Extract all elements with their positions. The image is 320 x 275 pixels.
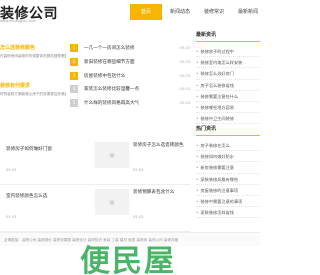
featured-item[interactable]: 怎么选装修颜色 在装修房间装修的时候整体的颜色搭配需要了解 [0, 44, 66, 60]
nav-tips[interactable]: 装修常识 [198, 4, 230, 20]
sidebar-hot: 热门资讯 房子装修在怎么 装修如何做好防水 新房装修需要注意 家装装修风格有哪些… [196, 125, 260, 219]
article-card[interactable]: ▣ 装修房子怎么选瓷砖颜色 05-03 [95, 138, 190, 185]
card-title[interactable]: 室内装修颜色怎么选 [6, 193, 92, 200]
sidebar-link[interactable]: 房子装修在怎么 [196, 140, 260, 152]
news-rank: 2 [70, 57, 78, 66]
news-title[interactable]: 一几一个一房间怎么装修 [84, 45, 170, 51]
news-title[interactable]: 房屋装修中包括什么 [84, 73, 170, 79]
card-thumbnail[interactable]: ▣ [95, 189, 129, 215]
sidebar-list: 房子装修在怎么 装修如何做好防水 新房装修需要注意 家装装修风格有哪些 房屋装修… [196, 140, 260, 219]
sidebar-link[interactable]: 装修哪些地方容易 [196, 102, 260, 114]
article-card[interactable]: 室内装修颜色怎么选 05-03 [0, 185, 95, 232]
news-rank: 4 [70, 85, 78, 94]
nav-news[interactable]: 新闻动态 [164, 4, 196, 20]
news-rank: 1 [70, 44, 78, 52]
news-title[interactable]: 家装怎么装修比较温馨一点 [84, 86, 170, 92]
card-date: 05-03 [6, 168, 17, 172]
featured-text: 好的装修方案能够让房子的效果更加完美装修 [0, 92, 66, 96]
sidebar-link[interactable]: 新房装修需要注意 [196, 162, 260, 174]
featured-title[interactable]: 装修有何要求 [0, 82, 66, 89]
site-header: 装修公司 www.zhuangxiu.com 首页 新闻动态 装修常识 最新新闻 [0, 0, 260, 28]
card-thumbnail[interactable]: ▣ [95, 142, 129, 168]
main-nav: 首页 新闻动态 装修常识 最新新闻 [130, 4, 266, 20]
image-placeholder-icon: ▣ [109, 198, 115, 206]
sidebar-link[interactable]: 装修室内电怎么样安装 [196, 57, 260, 69]
news-title[interactable]: 新旧装修在哪些细节方面 [84, 59, 170, 65]
news-row[interactable]: 3 房屋装修中包括什么 05-03 [66, 70, 190, 82]
sidebar-link[interactable]: 家装装修怎样省钱 [196, 207, 260, 219]
sidebar-link[interactable]: 家装装修风格有哪些 [196, 174, 260, 185]
featured-title[interactable]: 怎么选装修颜色 [0, 44, 66, 51]
featured-item[interactable]: 装修有何要求 好的装修方案能够让房子的效果更加完美装修 [0, 82, 66, 98]
watermark-logo: 便民屋 [80, 244, 176, 275]
news-row[interactable]: 2 新旧装修在哪些细节方面 05-03 [66, 56, 190, 68]
sidebar-link[interactable]: 装修怎么选好房门 [196, 68, 260, 80]
news-date: 05-03 [179, 101, 190, 106]
card-title[interactable]: 装修房子怎么选瓷砖颜色 [133, 142, 189, 149]
news-date: 05-03 [179, 73, 190, 78]
news-row[interactable]: 4 家装怎么装修比较温馨一点 05-03 [66, 83, 190, 95]
news-list: 1 一几一个一房间怎么装修 05-03 2 新旧装修在哪些细节方面 05-03 … [66, 42, 190, 111]
card-date: 05-03 [133, 168, 144, 172]
sidebar-link[interactable]: 装修房子的过程中 [196, 46, 260, 58]
nav-latest[interactable]: 最新新闻 [232, 4, 264, 20]
card-title[interactable]: 装修房子如何做好门窗 [6, 146, 92, 153]
site-url: www.zhuangxiu.com [0, 19, 37, 23]
news-rank: 5 [70, 99, 78, 108]
sidebar-heading: 最新资讯 [196, 31, 260, 42]
news-date: 05-03 [179, 59, 190, 64]
sidebar-link[interactable]: 装修中卫生间装修 [196, 113, 260, 125]
featured-text: 在装修房间装修的时候整体的颜色搭配需要了解 [0, 54, 66, 58]
sidebar-link[interactable]: 房子怎么装修省钱 [196, 80, 260, 91]
sidebar-link[interactable]: 装修中需要注意的事项 [196, 196, 260, 208]
news-row[interactable]: 5 什么样的装修风格再高大气 05-03 [66, 97, 190, 109]
nav-home[interactable]: 首页 [130, 4, 162, 20]
sidebar-latest: 最新资讯 装修房子的过程中 装修室内电怎么样安装 装修怎么选好房门 房子怎么装修… [196, 31, 260, 125]
news-date: 05-03 [179, 87, 190, 92]
news-date: 05-03 [179, 46, 190, 50]
card-title[interactable]: 装修预算表包含什么 [133, 189, 189, 196]
image-placeholder-icon: ▣ [109, 151, 115, 159]
card-date: 05-03 [133, 215, 144, 219]
news-title[interactable]: 什么样的装修风格再高大气 [84, 100, 170, 106]
sidebar-link[interactable]: 装修如何做好防水 [196, 151, 260, 163]
sidebar-link[interactable]: 房屋装修的注意事项 [196, 185, 260, 196]
news-row[interactable]: 1 一几一个一房间怎么装修 05-03 [66, 42, 190, 54]
card-date: 05-03 [6, 215, 17, 219]
article-card[interactable]: 装修房子如何做好门窗 05-03 [0, 138, 95, 185]
sidebar-heading: 热门资讯 [196, 125, 260, 136]
sidebar-link[interactable]: 装修需要注意些什么 [196, 91, 260, 102]
sidebar-list: 装修房子的过程中 装修室内电怎么样安装 装修怎么选好房门 房子怎么装修省钱 装修… [196, 46, 260, 125]
news-rank: 3 [70, 71, 78, 80]
article-card[interactable]: ▣ 装修预算表包含什么 05-03 [95, 185, 190, 232]
